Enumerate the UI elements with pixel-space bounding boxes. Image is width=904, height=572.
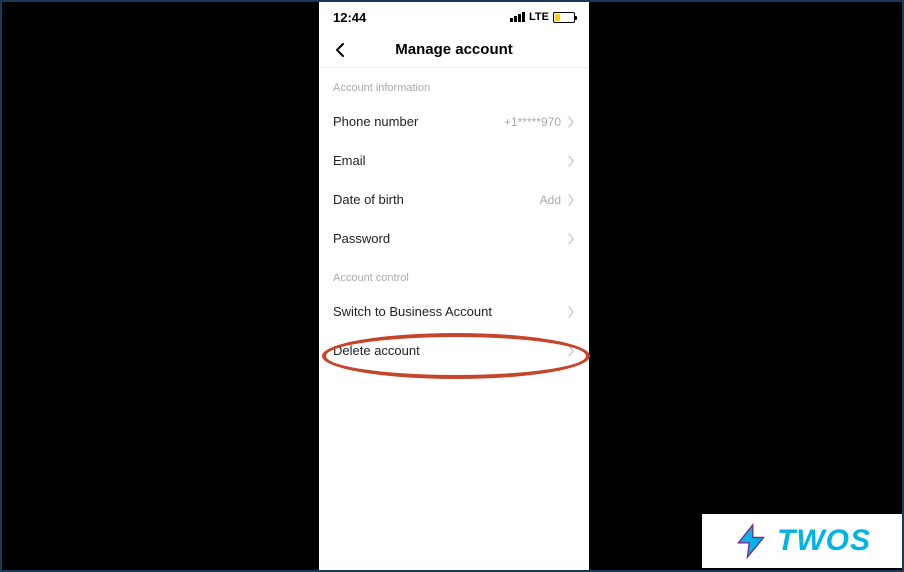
row-label: Date of birth bbox=[333, 192, 404, 207]
row-label: Password bbox=[333, 231, 390, 246]
row-date-of-birth[interactable]: Date of birth Add bbox=[319, 180, 589, 219]
row-label: Delete account bbox=[333, 343, 420, 358]
row-phone-number[interactable]: Phone number +1*****970 bbox=[319, 102, 589, 141]
chevron-right-icon bbox=[567, 306, 575, 318]
row-email[interactable]: Email bbox=[319, 141, 589, 180]
network-label: LTE bbox=[529, 11, 549, 23]
status-bar: 12:44 LTE bbox=[319, 2, 589, 32]
row-delete-account[interactable]: Delete account bbox=[319, 331, 589, 370]
back-button[interactable] bbox=[329, 38, 353, 62]
twos-logo-text: TWOS bbox=[777, 524, 871, 558]
row-value: Add bbox=[540, 193, 561, 207]
twos-badge: TWOS bbox=[702, 514, 902, 568]
row-label: Email bbox=[333, 153, 366, 168]
signal-icon bbox=[510, 12, 525, 22]
chevron-right-icon bbox=[567, 233, 575, 245]
phone-screen: 12:44 LTE Manage account Account informa… bbox=[319, 2, 589, 570]
nav-header: Manage account bbox=[319, 32, 589, 68]
page-title: Manage account bbox=[319, 41, 589, 58]
chevron-right-icon bbox=[567, 155, 575, 167]
chevron-right-icon bbox=[567, 345, 575, 357]
chevron-left-icon bbox=[333, 42, 349, 58]
row-label: Phone number bbox=[333, 114, 418, 129]
row-label: Switch to Business Account bbox=[333, 304, 492, 319]
row-value: +1*****970 bbox=[504, 115, 561, 129]
section-header-account-info: Account information bbox=[319, 68, 589, 102]
status-time: 12:44 bbox=[333, 10, 366, 25]
row-switch-business[interactable]: Switch to Business Account bbox=[319, 292, 589, 331]
battery-icon bbox=[553, 12, 575, 23]
row-password[interactable]: Password bbox=[319, 219, 589, 258]
section-header-account-control: Account control bbox=[319, 258, 589, 292]
chevron-right-icon bbox=[567, 116, 575, 128]
twos-logo-icon bbox=[733, 523, 769, 559]
status-right: LTE bbox=[510, 11, 575, 23]
chevron-right-icon bbox=[567, 194, 575, 206]
